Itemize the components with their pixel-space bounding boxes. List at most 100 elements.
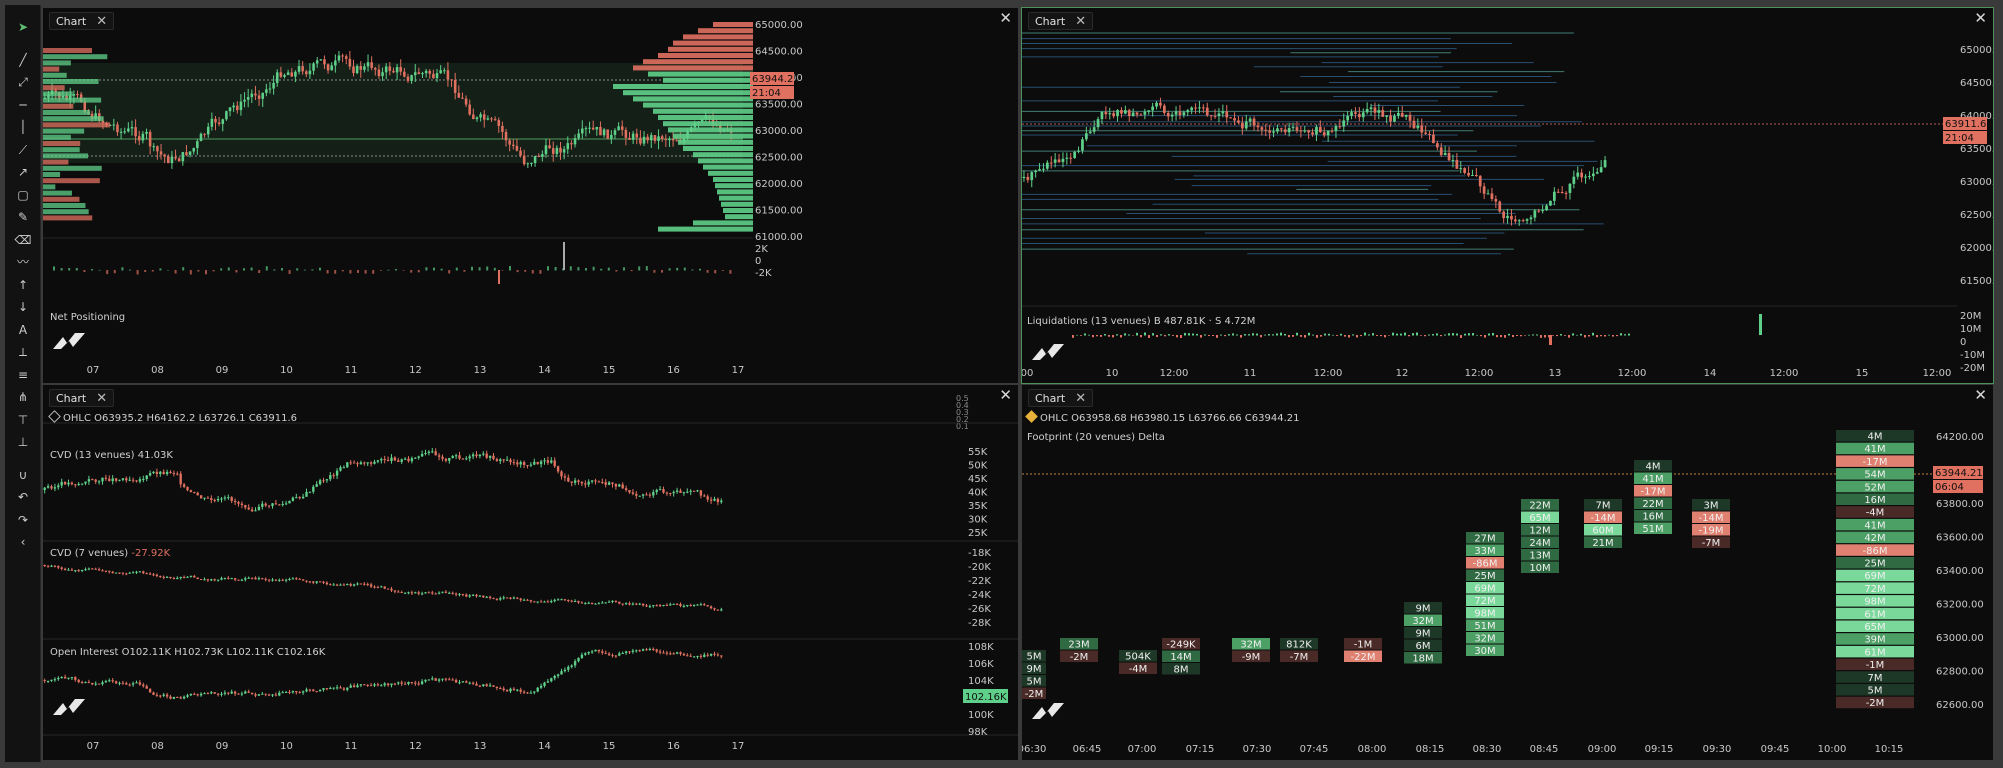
candle-body [428,70,432,74]
liquidation-bar [1352,334,1354,336]
footprint-cell-label: 9M [1416,629,1431,640]
candle-body [414,592,417,594]
chart-panel-bottom-right[interactable]: Chart✕ ✕ 64200.0064000.0063800.0063600.0… [1022,385,1993,760]
candle-body [261,693,264,695]
price-tick-label: 62500.00 [755,153,803,164]
brush-icon[interactable]: ✎ [12,207,34,227]
time-tick-label: 12 [409,365,422,376]
candle-body [672,603,675,605]
candle-body [499,598,502,600]
candle-body [142,684,145,687]
candle-body [210,118,214,127]
candle-body [716,498,720,503]
cursor-icon[interactable]: ➤ [12,17,34,37]
liquidation-bar [1364,332,1366,336]
candle-body [441,456,444,459]
candle-body [210,692,213,694]
candle-body [335,470,339,476]
arrow-line-icon[interactable]: ↗ [12,162,34,182]
candle-body [390,457,393,461]
candle-body [250,93,254,98]
candle-body [421,73,424,75]
liquidation-bar [1452,333,1454,336]
candle-body [50,679,53,681]
horizontal-line-icon[interactable]: ─ [12,95,34,115]
cvd-13-tick-label: 55K [968,447,988,458]
arrow-down-icon[interactable]: ↓ [12,297,34,317]
candle-body [236,105,239,111]
candle-body [499,459,502,462]
measure-icon[interactable]: ⟂ [12,342,34,362]
candle-body [566,143,570,150]
magnet-icon[interactable]: ∪ [12,465,34,485]
footprint-chart-canvas[interactable]: 64200.0064000.0063800.0063600.0063400.00… [1022,385,1993,760]
long-position-icon[interactable]: ⊤ [12,410,34,430]
price-tick-label: 63000.00 [755,126,803,137]
liquidation-bar [1148,335,1150,338]
candle-body [584,483,587,485]
chart-panel-top-left[interactable]: Chart✕ ✕ 65000.0064500.0064000.0063500.0… [43,8,1018,383]
liquidation-bar [1436,333,1438,336]
candle-body [373,461,376,464]
candle-body [352,685,356,688]
candle-body [1287,127,1291,133]
candle-body [493,119,497,121]
candle-body [529,600,533,602]
short-position-icon[interactable]: ⊥ [12,432,34,452]
pitchfork-icon[interactable]: ⋔ [12,387,34,407]
candle-body [104,681,108,683]
undo-icon[interactable]: ↶ [12,487,34,507]
net-positioning-bar [265,266,268,271]
candle-body [329,475,332,480]
chart-panel-bottom-left[interactable]: Chart ✕ ✕ 0.5 0.4 0.3 0.2 0.1 55K 50K 45K 40K 35K 3… [43,385,1018,760]
chart-panel-top-right[interactable]: Chart✕ ✕ 65000.064500.064000.063500.0630… [1021,7,1994,384]
arrow-up-icon[interactable]: ↑ [12,275,34,295]
ray-icon[interactable]: ⤢ [12,72,34,92]
text-icon[interactable]: A [12,320,34,340]
candle-body [1541,210,1545,212]
price-tick-label: 63500.0 [1960,144,1993,155]
indicator-chart-canvas[interactable]: 0.50.40.30.20.155K50K45K40K35K30K25K-18K… [43,385,1018,760]
fib-icon[interactable]: ≡ [12,365,34,385]
candle-body [118,572,121,574]
candle-body [1237,120,1240,123]
liquidation-bar [1092,335,1094,338]
candle-body [46,565,50,567]
rectangle-icon[interactable]: ▢ [12,185,34,205]
extended-line-icon[interactable]: ⟋ [12,140,34,160]
candle-body [1474,174,1478,176]
liquidation-bar [1084,333,1086,336]
left-volume-bar [43,91,73,97]
footprint-cell-label: 9M [1416,604,1431,615]
path-icon[interactable]: 〰 [12,252,34,272]
candle-body [223,577,227,579]
candle-body [446,70,450,80]
liquidation-bar [1240,335,1242,338]
candle-body [261,92,264,99]
candle-body [1560,192,1564,194]
candle-body [1112,113,1116,117]
cvd-13-tick-label: 50K [968,461,988,472]
liquidation-bar [1572,333,1574,336]
price-chart-canvas[interactable]: 65000.0064500.0064000.0063500.0063000.00… [43,8,1018,383]
collapse-icon[interactable]: ‹ [12,532,34,552]
candle-body [1572,176,1576,184]
candle-body [265,89,268,93]
candle-body [335,584,339,586]
candle-body [471,682,475,684]
cvd-7-label: CVD (7 venues) [50,548,129,559]
redo-icon[interactable]: ↷ [12,510,34,530]
candle-body [471,454,475,457]
net-positioning-bar [592,266,595,271]
candle-body [1295,127,1299,131]
liquidation-bar [1444,334,1446,336]
candle-body [597,603,601,605]
trend-line-icon[interactable]: ╱ [12,50,34,70]
candle-body [315,691,318,693]
liquidation-bar [1580,333,1582,336]
open-interest-tick-label: 106K [968,659,994,670]
liquidation-bar [1516,335,1518,336]
vertical-line-icon[interactable]: │ [12,117,34,137]
eraser-icon[interactable]: ⌫ [12,230,34,250]
candle-body [1408,114,1412,121]
